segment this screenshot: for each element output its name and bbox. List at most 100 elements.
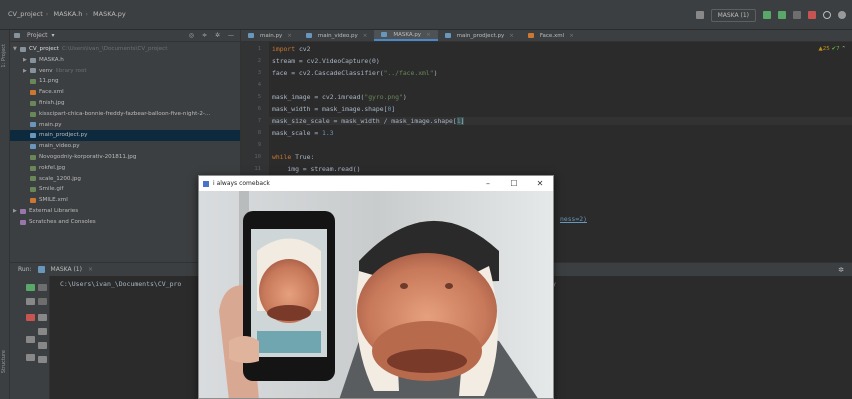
project-icon [14,33,20,38]
python-file-icon [305,33,312,38]
close-icon[interactable]: × [363,30,368,42]
arrow-up-icon[interactable] [38,284,47,291]
project-tool-label[interactable]: 1: Project [1,44,7,68]
print-icon[interactable] [38,342,47,349]
chevron-right-icon[interactable]: ▶ [23,55,30,66]
tree-item[interactable]: Novogodniy-korporativ-201811.jpg [10,152,240,163]
layout-icon[interactable] [26,336,35,343]
run-icon[interactable] [763,11,771,19]
hide-icon[interactable]: — [228,32,234,39]
video-window-titlebar[interactable]: i always comeback – ☐ ✕ [199,176,553,191]
chevron-right-icon[interactable]: ▶ [23,66,30,77]
chevron-down-icon[interactable]: ▾ [52,32,55,39]
collapse-icon[interactable]: ≑ [202,32,207,39]
chevron-right-icon[interactable]: ▶ [13,206,20,217]
code-line: stream = cv2.VideoCapture(0) [272,57,380,65]
run-config-select[interactable]: MASKA (1) [710,8,756,22]
code-fragment: ness=2) [560,215,587,223]
code-line: mask_width = mask_image.shape[0] [272,105,396,113]
tree-item-label: main_video.py [39,143,80,150]
maximize-icon[interactable]: ☐ [501,179,527,188]
tab-maska[interactable]: MASKA.py × [374,29,438,41]
wrap-icon[interactable] [38,314,47,321]
tree-item[interactable]: rokfel.jpg [10,163,240,174]
close-icon[interactable]: × [426,29,431,41]
python-file-icon [444,33,451,38]
tab-face-xml[interactable]: Face.xml × [521,30,581,41]
tree-item-label: rokfel.jpg [39,164,66,171]
video-window[interactable]: i always comeback – ☐ ✕ [198,175,554,399]
fingers [229,336,259,364]
pin-icon[interactable] [26,354,35,361]
debug-icon[interactable] [778,11,786,19]
scroll-end-icon[interactable] [38,328,47,335]
close-icon[interactable]: × [509,30,514,42]
breadcrumb-project[interactable]: CV_project [8,10,43,18]
tree-item[interactable]: ▶ MASKA.h [10,55,240,66]
user-icon[interactable] [695,11,704,19]
tree-item[interactable]: 11.png [10,76,240,87]
search-icon[interactable] [823,11,831,19]
tree-item-label: Novogodniy-korporativ-201811.jpg [39,153,137,160]
breadcrumb-folder[interactable]: MASKA.h [53,10,82,18]
chevron-down-icon[interactable]: ▼ [13,44,20,55]
settings-icon[interactable] [838,11,846,19]
xml-icon [30,198,36,204]
close-icon[interactable]: × [88,266,93,273]
current-code-line: mask_size_scale = mask_width / mask_imag… [269,117,852,125]
target-icon[interactable]: ◎ [189,32,194,39]
gear-icon[interactable]: ✲ [215,32,220,39]
code-line: mask_scale = 1.3 [272,129,334,137]
delete-icon[interactable] [38,356,47,363]
inspection-widget[interactable]: ▲25 ✔7 ⌃ [819,46,846,52]
tab-main-video[interactable]: main_video.py × [299,30,375,41]
tree-item[interactable]: main_video.py [10,141,240,152]
lib-icon [20,219,26,225]
tree-item-label: SMILE.xml [39,197,68,204]
title-bar: CV_project › MASKA.h › MASKA.py MASKA (1) [0,0,852,30]
close-icon[interactable]: × [287,30,292,42]
arrow-down-icon[interactable] [38,298,47,305]
tree-item[interactable]: main.py [10,120,240,131]
tree-item[interactable]: ▶ venv library root [10,66,240,77]
py-icon [30,133,36,139]
tree-item-label: 11.png [39,78,59,85]
gear-icon[interactable]: ✲ [838,266,844,274]
tree-item-label: MASKA.h [39,56,64,63]
rerun-icon[interactable] [26,284,35,291]
code-line: face = cv2.CascadeClassifier("../face.xm… [272,69,438,77]
xml-icon [30,90,36,96]
phone-screen-lower [257,331,321,353]
close-icon[interactable]: × [569,30,574,42]
close-icon[interactable]: ✕ [527,179,553,188]
minimize-icon[interactable]: – [475,179,501,188]
python-file-icon [248,33,254,38]
tree-root[interactable]: ▼ CV_project C:\Users\ivan_\Documents\CV… [10,44,240,55]
tab-main-py[interactable]: main.py × [241,30,299,41]
left-tool-strip: 1: Project Structure [0,30,10,399]
code-line: while True: [272,153,315,161]
structure-tool-label[interactable]: Structure [1,350,7,373]
video-window-title: i always comeback [213,180,270,187]
console-output[interactable]: C:\Users\ivan_\Documents\CV_pro [60,280,181,288]
wrench-icon[interactable] [26,298,35,305]
tab-main-prodject[interactable]: main_prodject.py × [438,30,521,41]
stop-icon[interactable] [808,11,816,19]
tree-item[interactable]: kisscipart-chica-bonnie-freddy-fazbear-b… [10,109,240,120]
file-icon [30,187,36,193]
file-icon [30,79,36,85]
chevron-up-icon[interactable]: ⌃ [841,46,846,52]
run-tab[interactable]: MASKA (1) [51,266,82,273]
tree-item[interactable]: main_prodject.py [10,130,240,142]
stop-icon[interactable] [26,314,35,321]
tree-item-label: External Libraries [29,207,79,214]
tree-item[interactable]: finish.jpg [10,98,240,109]
nostril-left [400,283,408,289]
code-line: mask_image = cv2.imread("gyro.png") [272,93,407,101]
tree-item[interactable]: Face.xml [10,87,240,98]
coverage-icon[interactable] [793,11,801,19]
project-panel-title[interactable]: Project [27,32,48,39]
breadcrumb-file[interactable]: MASKA.py [93,10,126,18]
folder-icon [30,57,36,63]
file-icon [30,154,36,160]
